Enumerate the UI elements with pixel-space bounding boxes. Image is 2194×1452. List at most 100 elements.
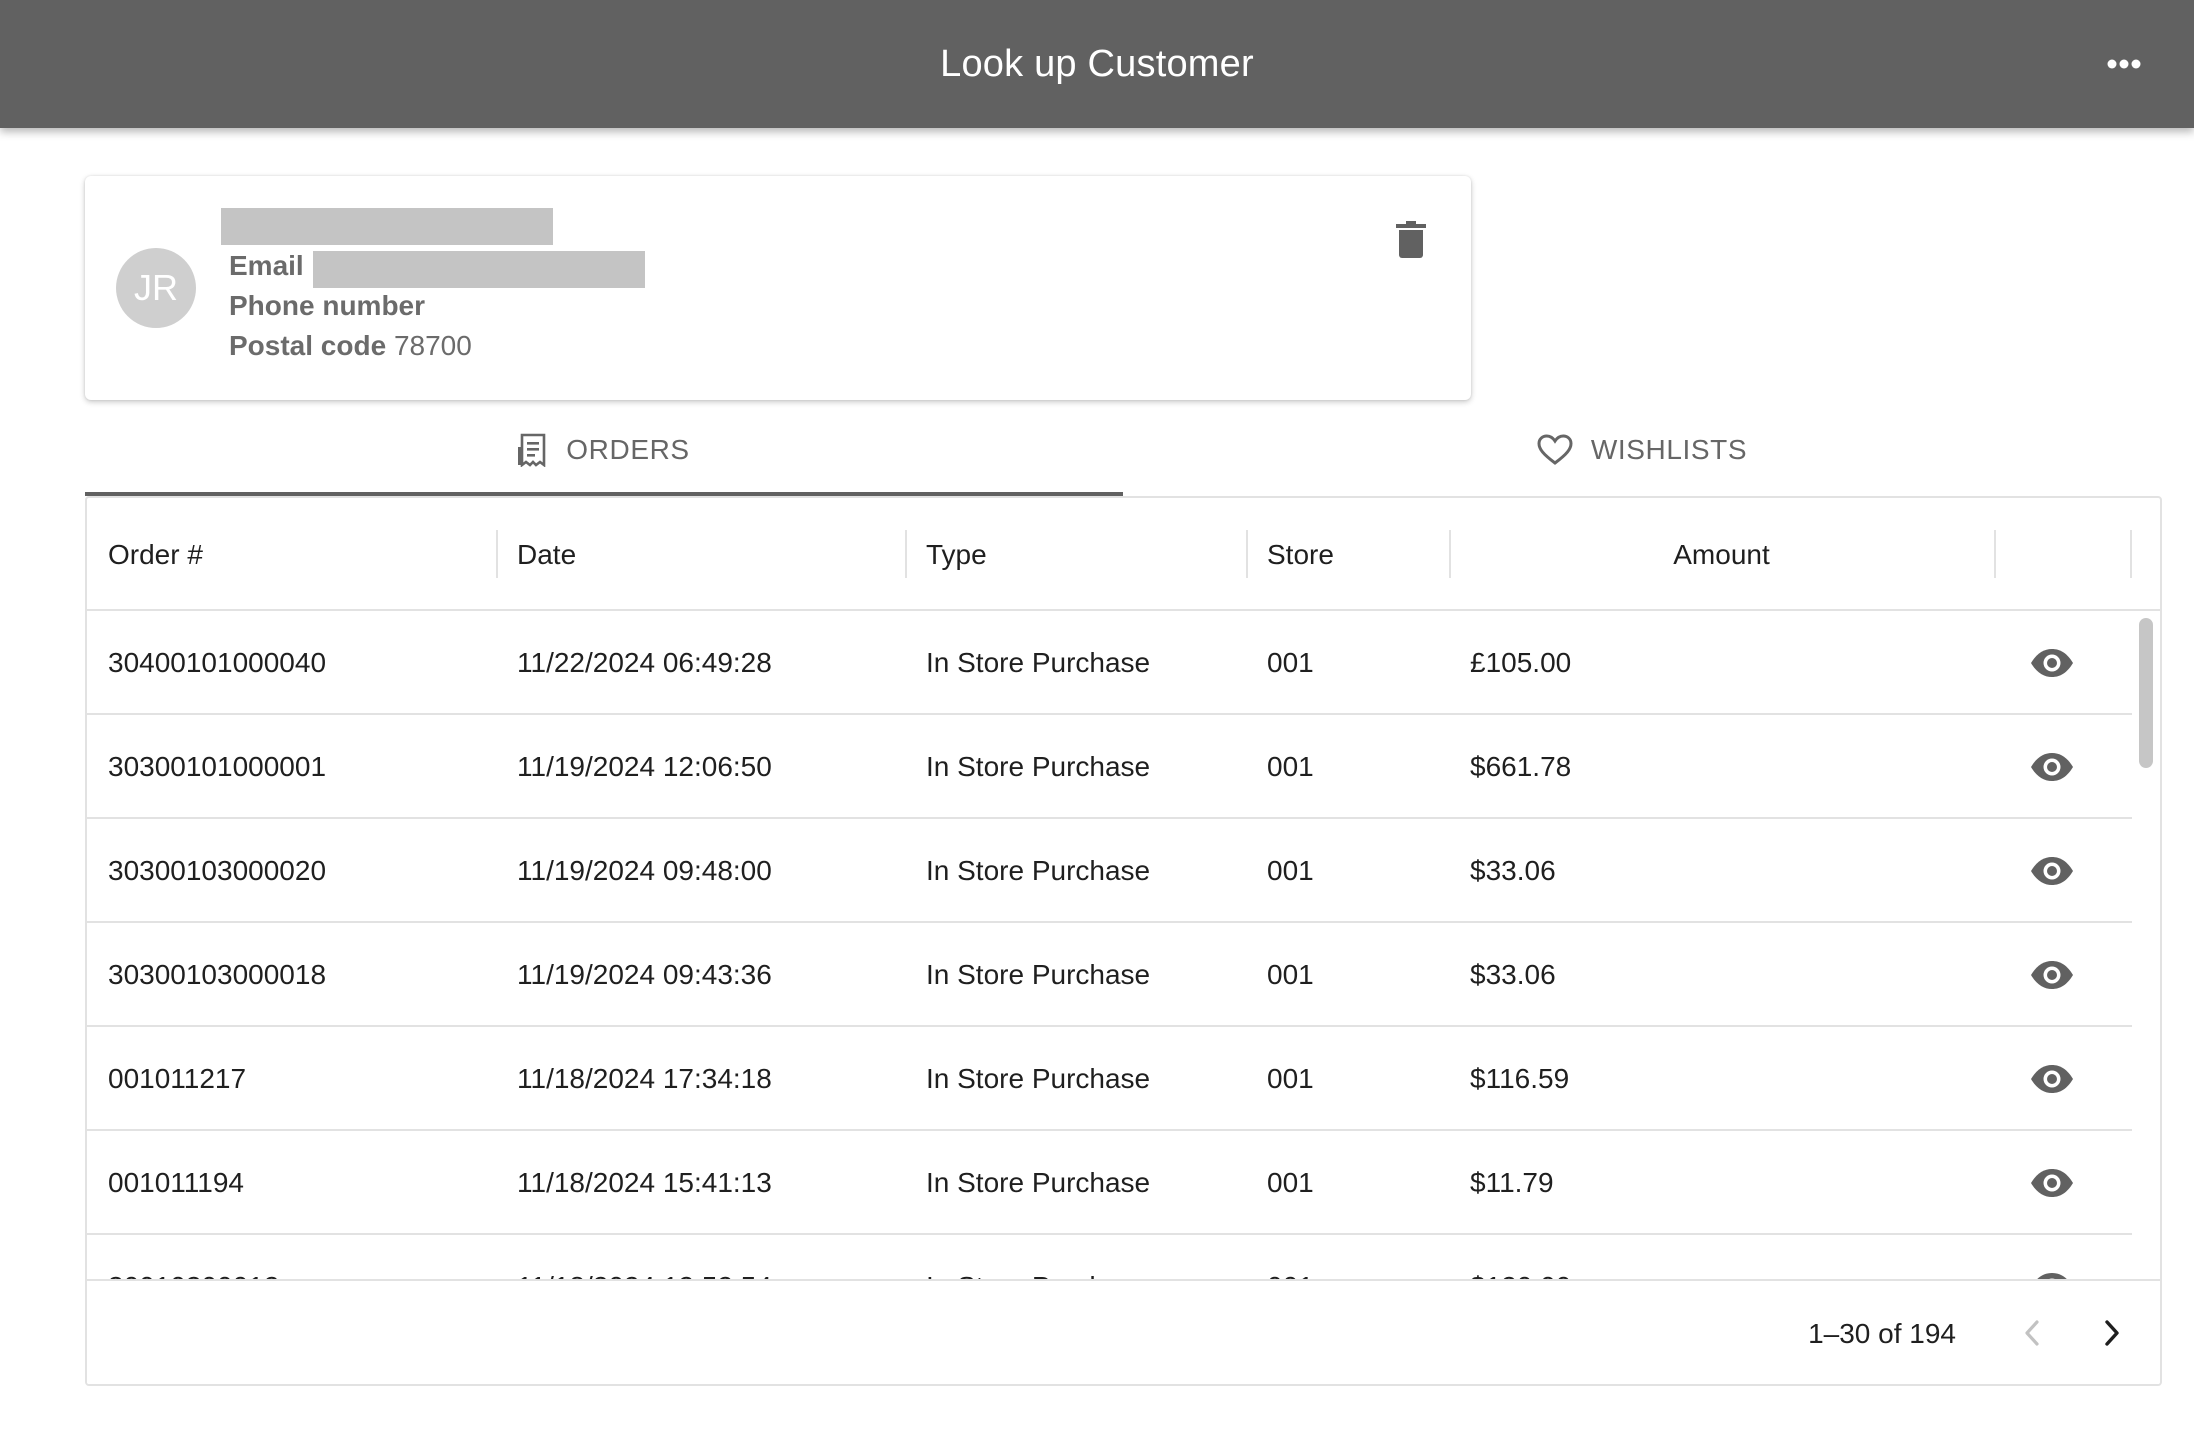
- order-store-cell: 001: [1267, 855, 1314, 886]
- view-order-button[interactable]: [2024, 819, 2080, 923]
- page-title: Look up Customer: [940, 42, 1254, 85]
- eye-icon: [2037, 1273, 2067, 1279]
- scrollbar-thumb[interactable]: [2139, 618, 2153, 768]
- order-store-cell: 001: [1267, 647, 1314, 678]
- order-date-cell: 11/19/2024 12:06:50: [517, 751, 772, 782]
- order-date-cell: 11/19/2024 09:43:36: [517, 959, 772, 990]
- eye-icon: [2031, 857, 2073, 885]
- order-store-cell: 001: [1267, 959, 1314, 990]
- column-header-amount[interactable]: Amount: [1449, 498, 1994, 611]
- order-amount-cell: $11.79: [1470, 1167, 1554, 1198]
- tab-orders[interactable]: ORDERS: [85, 404, 1123, 496]
- order-store-cell: 001: [1267, 1167, 1314, 1198]
- order-store-cell: 001: [1267, 1063, 1314, 1094]
- order-type-cell: In Store Purchase: [926, 751, 1151, 782]
- eye-icon: [2031, 753, 2073, 781]
- next-page-button[interactable]: [2086, 1307, 2138, 1359]
- eye-icon: [2031, 961, 2073, 989]
- order-type-cell: In Store Purchase: [926, 959, 1151, 990]
- customer-name-redacted: [221, 208, 553, 245]
- customer-card: JR Email Phone number Postal code 78700: [85, 176, 1471, 400]
- order-amount-cell: $116.59: [1470, 1063, 1570, 1094]
- order-type-cell: In Store Purchase: [926, 1167, 1151, 1198]
- previous-page-button[interactable]: [2006, 1307, 2058, 1359]
- table-footer: 1–30 of 194: [87, 1279, 2160, 1384]
- table-row[interactable]: 30300103000018 11/19/2024 09:43:36 In Stor…: [87, 923, 2132, 1027]
- view-order-button[interactable]: [2024, 1235, 2080, 1279]
- column-separator[interactable]: [496, 530, 498, 578]
- chevron-left-icon: [2025, 1320, 2039, 1346]
- eye-icon: [2031, 1169, 2073, 1197]
- order-date-cell: 11/19/2024 09:48:00: [517, 855, 772, 886]
- view-order-button[interactable]: [2024, 1027, 2080, 1131]
- pagination-range: 1–30 of 194: [1808, 1317, 1956, 1349]
- eye-icon: [2031, 649, 2073, 677]
- order-date-cell: 11/18/2024 15:41:13: [517, 1167, 772, 1198]
- order-date-cell: 11/18/2024 12:52:54: [517, 1235, 772, 1279]
- email-label: Email: [229, 250, 304, 281]
- order-amount-cell: $661.78: [1470, 751, 1572, 782]
- tab-wishlists-label: WISHLISTS: [1590, 434, 1748, 465]
- eye-icon: [2031, 1065, 2073, 1093]
- receipt-icon: [518, 433, 546, 467]
- column-header-date[interactable]: Date: [517, 498, 576, 611]
- column-separator[interactable]: [1994, 530, 1996, 578]
- orders-table: Order # Date Type Store Amount 304001010…: [85, 496, 2162, 1386]
- order-number-cell: 30300101000001: [108, 751, 327, 782]
- order-type-cell: In Store Purchase: [926, 855, 1151, 886]
- column-header-order[interactable]: Order #: [108, 498, 203, 611]
- email-line: Email: [229, 250, 304, 282]
- phone-line: Phone number: [229, 290, 425, 322]
- tab-wishlists[interactable]: WISHLISTS: [1123, 404, 2161, 496]
- postal-label: Postal code: [229, 330, 387, 361]
- tab-bar: ORDERS WISHLISTS: [85, 404, 2161, 496]
- table-body: 30400101000040 11/22/2024 06:49:28 In Stor…: [87, 611, 2132, 1279]
- order-number-cell: 001011217: [108, 1063, 247, 1094]
- view-order-button[interactable]: [2024, 715, 2080, 819]
- order-store-cell: 001: [1267, 751, 1314, 782]
- table-row[interactable]: 30300101000001 11/19/2024 12:06:50 In Stor…: [87, 715, 2132, 819]
- order-store-cell: 001: [1267, 1235, 1314, 1279]
- view-order-button[interactable]: [2024, 1131, 2080, 1235]
- column-separator[interactable]: [2130, 530, 2132, 578]
- order-amount-cell: $33.06: [1470, 855, 1556, 886]
- phone-label: Phone number: [229, 290, 426, 321]
- table-row[interactable]: 30400101000040 11/22/2024 06:49:28 In Stor…: [87, 611, 2132, 715]
- table-header: Order # Date Type Store Amount: [87, 498, 2160, 611]
- order-number-cell: 30300103000018: [108, 959, 327, 990]
- app-header: Look up Customer: [0, 0, 2194, 128]
- order-amount-cell: $120.00: [1470, 1235, 1571, 1279]
- view-order-button[interactable]: [2024, 923, 2080, 1027]
- order-number-cell: 30400101000040: [108, 647, 327, 678]
- delete-customer-button[interactable]: [1387, 216, 1435, 264]
- order-type-cell: In Store Purchase: [926, 1235, 1150, 1279]
- view-order-button[interactable]: [2024, 611, 2080, 715]
- table-row[interactable]: 001011217 11/18/2024 17:34:18 In Store Pur…: [87, 1027, 2132, 1131]
- column-header-type[interactable]: Type: [926, 498, 987, 611]
- avatar: JR: [116, 248, 196, 328]
- table-row[interactable]: 001011194 11/18/2024 15:41:13 In Store Pur…: [87, 1131, 2132, 1235]
- heart-icon: [1537, 434, 1573, 465]
- more-horizontal-icon: [2107, 59, 2141, 69]
- trash-icon: [1396, 221, 1426, 258]
- table-row[interactable]: 30300103000020 11/19/2024 09:48:00 In Stor…: [87, 819, 2132, 923]
- order-number-cell: 30010300012: [108, 1235, 279, 1279]
- email-value-redacted: [313, 251, 645, 288]
- postal-value: 78700: [393, 330, 472, 361]
- order-date-cell: 11/22/2024 06:49:28: [517, 647, 772, 678]
- column-separator[interactable]: [905, 530, 907, 578]
- chevron-right-icon: [2105, 1320, 2119, 1346]
- postal-line: Postal code 78700: [229, 330, 472, 362]
- table-row[interactable]: 30010300012 11/18/2024 12:52:54 In Store P…: [87, 1235, 2132, 1279]
- order-number-cell: 001011194: [108, 1167, 244, 1198]
- column-header-store[interactable]: Store: [1267, 498, 1334, 611]
- tab-orders-label: ORDERS: [566, 434, 690, 465]
- order-number-cell: 30300103000020: [108, 855, 327, 886]
- order-date-cell: 11/18/2024 17:34:18: [517, 1063, 772, 1094]
- column-separator[interactable]: [1246, 530, 1248, 578]
- order-amount-cell: $33.06: [1470, 959, 1556, 990]
- more-options-button[interactable]: [2098, 38, 2150, 90]
- order-type-cell: In Store Purchase: [926, 647, 1151, 678]
- order-type-cell: In Store Purchase: [926, 1063, 1151, 1094]
- order-amount-cell: £105.00: [1470, 647, 1572, 678]
